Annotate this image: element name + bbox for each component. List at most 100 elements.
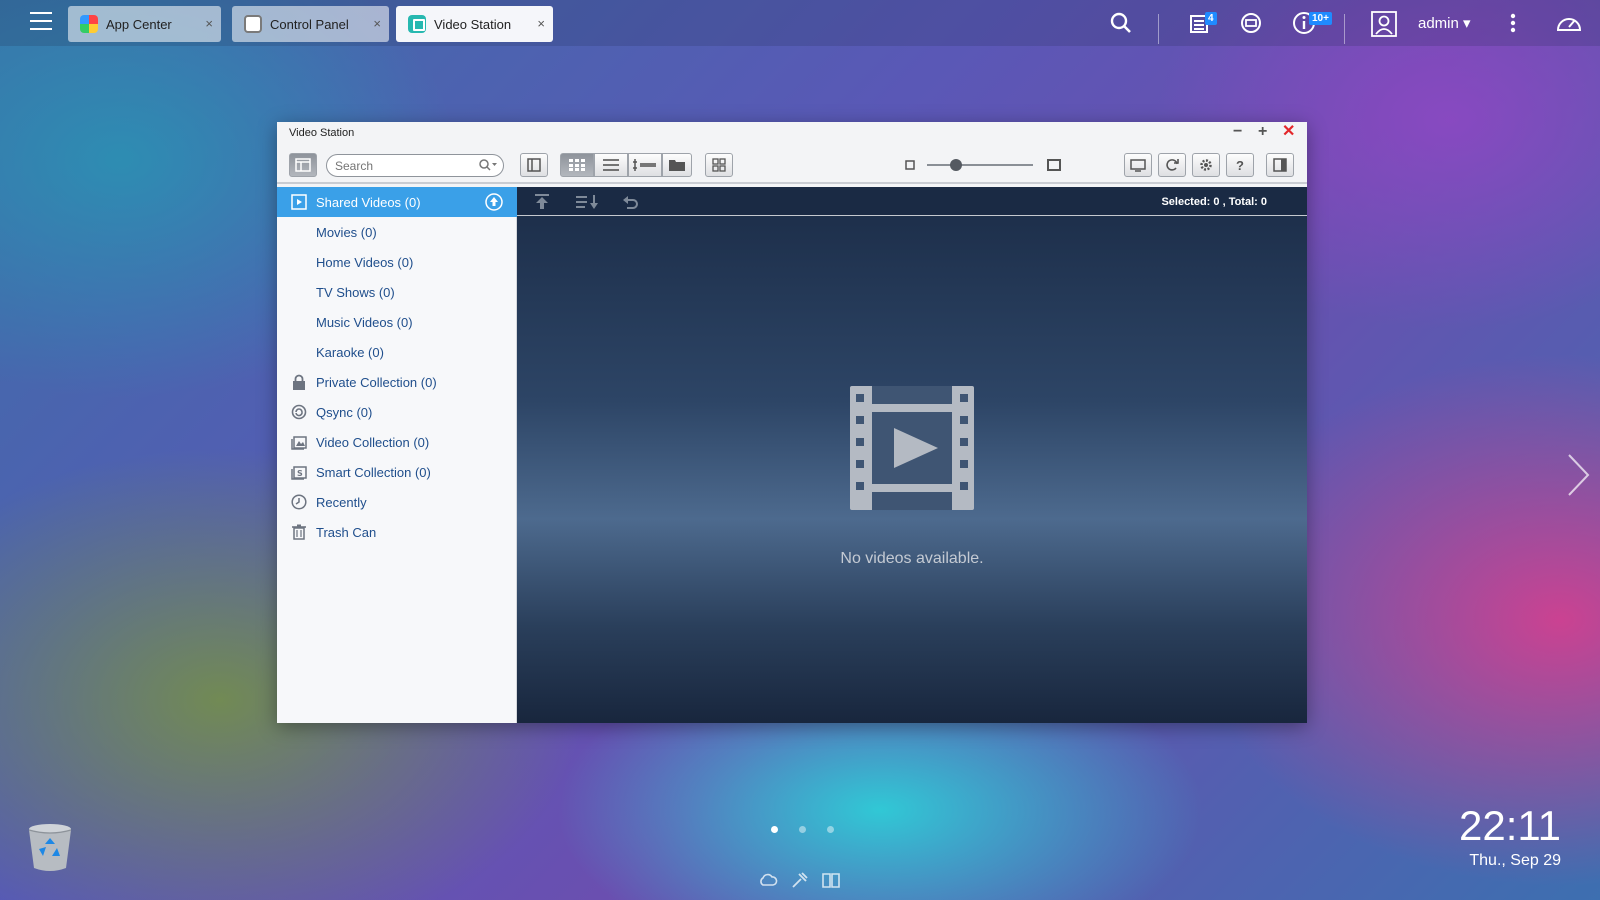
help-icon: ? <box>1236 157 1244 173</box>
sidebar-item-trash-can[interactable]: Trash Can <box>277 517 517 547</box>
zoom-slider-track[interactable] <box>927 164 1033 166</box>
tools-icon[interactable] <box>790 870 810 890</box>
grid-icon <box>569 159 585 171</box>
page-indicator-1[interactable] <box>771 826 778 833</box>
small-thumbnail-icon[interactable] <box>905 160 915 170</box>
clock-time: 22:11 <box>1459 802 1561 849</box>
content-action-bar: Selected: 0 , Total: 0 <box>517 187 1307 216</box>
help-button[interactable]: ? <box>1226 153 1254 177</box>
sidebar-item-karaoke[interactable]: Karaoke (0) <box>277 337 517 367</box>
sync-icon <box>291 404 307 420</box>
thumbnail-view-button[interactable] <box>560 153 594 177</box>
info-panel-button[interactable] <box>520 153 548 177</box>
refresh-icon <box>1166 159 1179 171</box>
tab-control-panel[interactable]: Control Panel × <box>232 6 389 42</box>
streaming-button[interactable] <box>1124 153 1152 177</box>
folder-icon <box>669 160 685 171</box>
divider <box>1344 14 1345 44</box>
external-device-icon[interactable] <box>1238 10 1264 36</box>
sidebar-item-label: Movies (0) <box>316 225 377 240</box>
sidebar-item-label: Private Collection (0) <box>316 375 437 390</box>
chevron-down-icon: ▾ <box>1463 15 1471 32</box>
more-options-icon[interactable] <box>1500 10 1526 36</box>
refresh-button[interactable] <box>1158 153 1186 177</box>
sidebar-item-tv-shows[interactable]: TV Shows (0) <box>277 277 517 307</box>
task-count-badge: 4 <box>1205 12 1217 25</box>
sort-icon[interactable] <box>575 193 599 211</box>
move-to-top-icon[interactable] <box>533 193 551 211</box>
page-indicator-3[interactable] <box>827 826 834 833</box>
toolbar: ? <box>277 146 1307 184</box>
large-thumbnail-icon[interactable] <box>1047 158 1061 172</box>
user-name: admin <box>1418 15 1459 32</box>
cloud-icon[interactable] <box>758 870 778 890</box>
minimize-button[interactable]: − <box>1233 124 1242 140</box>
sidebar-item-recently[interactable]: Recently <box>277 487 517 517</box>
folder-view-button[interactable] <box>662 153 692 177</box>
select-all-icon <box>712 158 726 172</box>
main-menu-button[interactable] <box>30 12 52 30</box>
recycle-bin-icon[interactable] <box>26 822 74 872</box>
book-icon[interactable] <box>821 870 841 890</box>
taskbar: App Center × Control Panel × Video Stati… <box>0 0 1600 46</box>
lock-icon <box>293 374 305 390</box>
sidebar-item-qsync[interactable]: Qsync (0) <box>277 397 517 427</box>
sidebar-item-private-collection[interactable]: Private Collection (0) <box>277 367 517 397</box>
close-icon[interactable]: × <box>373 16 381 31</box>
sidebar-item-label: TV Shows (0) <box>316 285 395 300</box>
toggle-sidebar-button[interactable] <box>289 153 317 177</box>
dashboard-gauge-icon[interactable] <box>1554 10 1584 36</box>
sidebar-item-movies[interactable]: Movies (0) <box>277 217 517 247</box>
hamburger-icon <box>30 28 52 30</box>
app-center-icon <box>80 15 98 33</box>
sidebar-item-home-videos[interactable]: Home Videos (0) <box>277 247 517 277</box>
settings-button[interactable] <box>1192 153 1220 177</box>
hamburger-icon <box>30 12 52 14</box>
clock-date: Thu., Sep 29 <box>1469 852 1561 869</box>
empty-state-message: No videos available. <box>840 550 984 567</box>
sidebar-item-video-collection[interactable]: Video Collection (0) <box>277 427 517 457</box>
zoom-slider-handle[interactable] <box>950 159 962 171</box>
sidebar-item-music-videos[interactable]: Music Videos (0) <box>277 307 517 337</box>
gear-icon <box>244 15 262 33</box>
sidebar-item-shared-videos[interactable]: Shared Videos (0) <box>277 187 517 217</box>
close-icon[interactable]: × <box>537 16 545 31</box>
upload-icon[interactable] <box>485 193 503 211</box>
tab-app-center[interactable]: App Center × <box>68 6 221 42</box>
close-button[interactable]: ✕ <box>1282 124 1295 140</box>
trash-icon <box>292 524 306 540</box>
close-icon[interactable]: × <box>205 16 213 31</box>
user-avatar-icon[interactable] <box>1370 10 1398 38</box>
undo-icon[interactable] <box>621 193 639 211</box>
tab-video-station[interactable]: Video Station × <box>396 6 553 42</box>
multi-select-button[interactable] <box>705 153 733 177</box>
tab-label: Control Panel <box>270 16 349 32</box>
sidebar: Shared Videos (0) Movies (0) Home Videos… <box>277 187 517 723</box>
svg-text:S: S <box>297 469 303 478</box>
search-icon[interactable] <box>1108 10 1134 36</box>
list-view-button[interactable] <box>594 153 628 177</box>
sidebar-item-label: Qsync (0) <box>316 405 373 420</box>
sidebar-item-label: Karaoke (0) <box>316 345 384 360</box>
monitor-icon <box>1130 159 1146 172</box>
next-page-arrow-icon[interactable] <box>1566 452 1592 498</box>
video-station-icon <box>408 15 426 33</box>
sidebar-icon <box>295 158 311 172</box>
sidebar-item-label: Trash Can <box>316 525 377 540</box>
window-titlebar[interactable]: Video Station − + ✕ <box>277 122 1307 144</box>
sidebar-item-smart-collection[interactable]: S Smart Collection (0) <box>277 457 517 487</box>
right-panel-button[interactable] <box>1266 153 1294 177</box>
timeline-view-button[interactable] <box>628 153 662 177</box>
video-station-window: Video Station − + ✕ Search ? Shared Vide… <box>277 122 1307 723</box>
maximize-button[interactable]: + <box>1258 124 1267 140</box>
divider <box>1158 14 1159 44</box>
clock-icon <box>291 494 307 510</box>
page-indicator-2[interactable] <box>799 826 806 833</box>
info-count-badge: 10+ <box>1309 12 1332 25</box>
details-icon <box>527 158 541 172</box>
film-icon <box>850 386 974 510</box>
window-title: Video Station <box>289 127 355 139</box>
smart-collection-icon: S <box>291 466 307 480</box>
search-icon[interactable] <box>478 158 498 172</box>
user-menu[interactable]: admin ▾ <box>1418 14 1471 32</box>
